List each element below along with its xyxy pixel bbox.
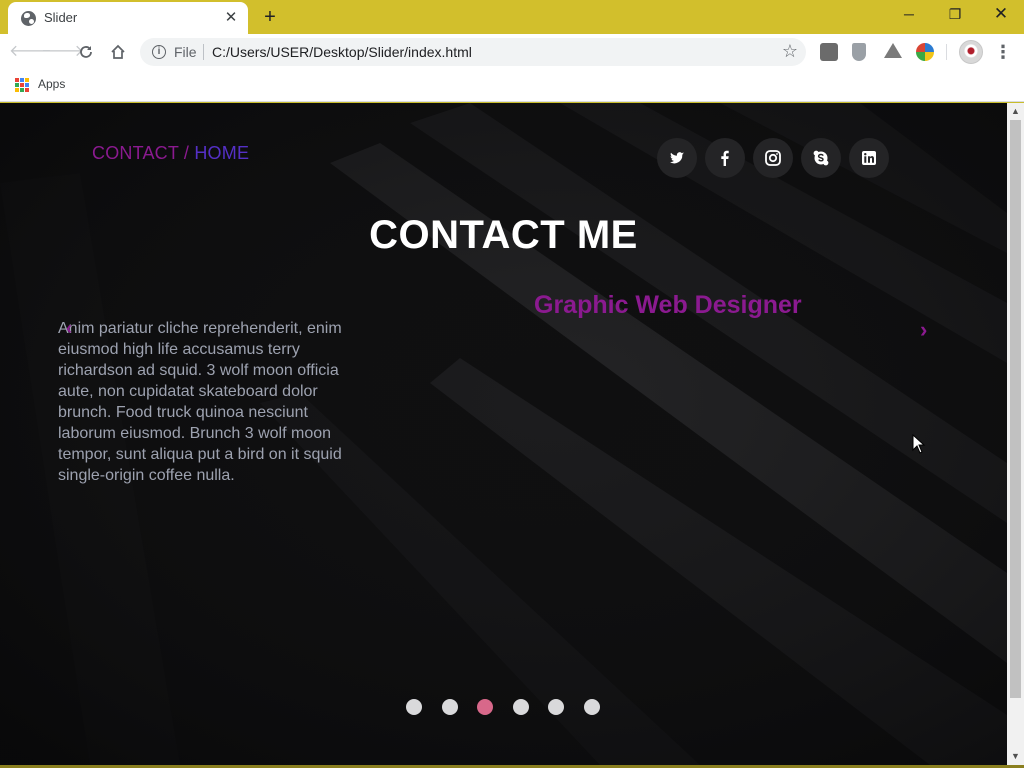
new-tab-button[interactable]: +	[258, 6, 282, 28]
browser-toolbar: 🡐 🡒 i File C:/Users/USER/Desktop/Slider/…	[0, 34, 1024, 70]
breadcrumb-contact[interactable]: CONTACT	[92, 143, 179, 163]
extension-globe-icon[interactable]	[916, 43, 934, 61]
url-scheme: File	[174, 44, 197, 60]
pagination-dot[interactable]	[406, 699, 422, 715]
reload-button[interactable]	[73, 39, 99, 65]
facebook-button[interactable]	[705, 138, 745, 178]
extension-fb-icon[interactable]	[820, 43, 838, 61]
info-icon[interactable]: i	[152, 45, 166, 59]
toolbar-divider	[946, 44, 947, 60]
scroll-up-arrow[interactable]: ▲	[1007, 103, 1024, 120]
linkedin-button[interactable]	[849, 138, 889, 178]
url-text[interactable]: C:/Users/USER/Desktop/Slider/index.html	[212, 44, 472, 60]
back-button[interactable]: 🡐	[9, 39, 52, 65]
home-button[interactable]	[105, 39, 131, 65]
apps-bookmark[interactable]: Apps	[38, 77, 65, 91]
profile-avatar[interactable]	[959, 40, 983, 64]
twitter-icon	[670, 152, 684, 164]
scrollbar-thumb[interactable]	[1010, 120, 1021, 698]
forward-button[interactable]: 🡒	[41, 39, 84, 65]
instagram-button[interactable]	[753, 138, 793, 178]
facebook-icon	[721, 150, 729, 166]
instagram-icon	[765, 150, 781, 166]
browser-tab[interactable]: Slider ✕	[8, 2, 248, 34]
skype-button[interactable]	[801, 138, 841, 178]
pagination-dot[interactable]	[442, 699, 458, 715]
minimize-button[interactable]: ─	[886, 0, 932, 30]
slide-paragraph: Anim pariatur cliche reprehenderit, enim…	[58, 320, 342, 484]
pagination-dot[interactable]	[548, 699, 564, 715]
bookmarks-bar: Apps	[0, 70, 1024, 102]
mouse-cursor-icon	[912, 434, 926, 454]
pagination-dot[interactable]	[477, 699, 493, 715]
breadcrumb-separator: /	[178, 143, 195, 163]
breadcrumb-home[interactable]: HOME	[194, 143, 249, 163]
tab-title: Slider	[44, 10, 78, 25]
title-bar: Slider ✕ + ─ ❐ ✕	[0, 0, 1024, 34]
twitter-button[interactable]	[657, 138, 697, 178]
omnibox-divider	[203, 44, 204, 60]
bookmark-star-icon[interactable]: ☆	[782, 41, 798, 62]
reload-icon	[80, 46, 92, 58]
close-tab-icon[interactable]: ✕	[222, 9, 240, 27]
globe-icon	[21, 11, 36, 26]
restore-button[interactable]: ❐	[932, 0, 978, 30]
skype-icon	[813, 150, 829, 166]
next-slide-arrow[interactable]: ›	[920, 317, 927, 343]
page-scrollbar[interactable]: ▲ ▼	[1007, 103, 1024, 765]
drive-icon[interactable]	[884, 43, 902, 58]
home-icon	[111, 44, 125, 59]
pagination-dot[interactable]	[584, 699, 600, 715]
breadcrumb: CONTACT / HOME	[92, 143, 249, 164]
close-window-button[interactable]: ✕	[978, 0, 1024, 30]
page-viewport: CONTACT / HOME CONTACT ME Graphic Web De…	[0, 103, 1007, 765]
linkedin-icon	[862, 151, 876, 165]
page-title: CONTACT ME	[369, 213, 638, 257]
pagination-dot[interactable]	[513, 699, 529, 715]
more-menu-icon[interactable]: ⋮	[993, 41, 1013, 63]
apps-grid-icon[interactable]	[15, 78, 29, 92]
scroll-down-arrow[interactable]: ▼	[1007, 748, 1024, 765]
address-bar[interactable]: i File C:/Users/USER/Desktop/Slider/inde…	[140, 38, 806, 66]
slide-subtitle: Graphic Web Designer	[534, 291, 802, 319]
shield-icon[interactable]	[852, 43, 866, 61]
prev-slide-arrow[interactable]: ‹	[66, 318, 72, 339]
